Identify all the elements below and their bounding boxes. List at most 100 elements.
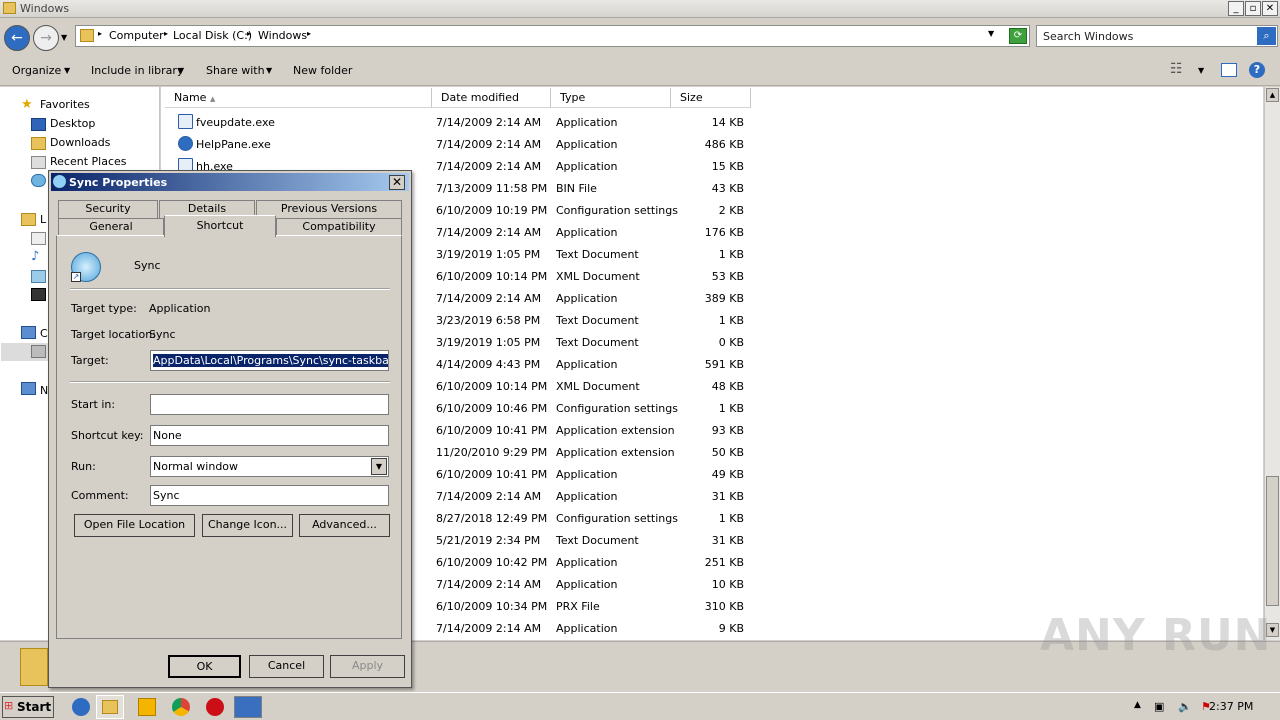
minimize-button[interactable]: _ <box>1228 1 1244 16</box>
media-player-icon[interactable] <box>138 698 156 716</box>
file-date-modified: 6/10/2009 10:46 PM <box>436 402 548 415</box>
include-in-library-button[interactable]: Include in library <box>91 64 183 77</box>
tab-shortcut[interactable]: Shortcut <box>164 215 276 237</box>
file-date-modified: 7/14/2009 2:14 AM <box>436 578 542 591</box>
taskbar-clock[interactable]: 2:37 PM <box>1209 700 1253 713</box>
column-date-modified[interactable]: Date modified <box>432 88 551 108</box>
nav-favorites[interactable]: Favorites <box>40 98 90 111</box>
tab-previous-versions[interactable]: Previous Versions <box>256 200 402 218</box>
ok-button[interactable]: OK <box>168 655 241 678</box>
file-size: 389 KB <box>704 292 744 305</box>
scroll-up-icon[interactable]: ▲ <box>1266 88 1279 102</box>
file-type: Application <box>556 292 618 305</box>
taskbar: Start ⊞ ▲ ▣ 🔈 ⚑ 2:37 PM <box>0 692 1280 720</box>
share-with-button[interactable]: Share with <box>206 64 265 77</box>
column-name[interactable]: Name ▲ <box>165 88 432 108</box>
vertical-scrollbar[interactable]: ▲ ▼ <box>1264 87 1280 640</box>
tab-compatibility[interactable]: Compatibility <box>276 218 402 236</box>
file-date-modified: 8/27/2018 12:49 PM <box>436 512 548 525</box>
internet-explorer-icon[interactable] <box>72 698 90 716</box>
file-size: 48 KB <box>711 380 744 393</box>
organize-button[interactable]: Organize <box>12 64 61 77</box>
chevron-down-icon[interactable]: ▼ <box>1198 66 1204 75</box>
volume-icon[interactable]: 🔈 <box>1178 700 1192 713</box>
back-arrow-icon[interactable]: ← <box>4 25 30 51</box>
search-input[interactable]: Search Windows ⌕ <box>1036 25 1278 47</box>
breadcrumb-arrow-icon[interactable]: ▸ <box>164 29 168 38</box>
history-dropdown-icon[interactable]: ▼ <box>61 33 67 42</box>
file-date-modified: 3/23/2019 6:58 PM <box>436 314 541 327</box>
network-tray-icon[interactable]: ▣ <box>1154 700 1164 713</box>
apply-button[interactable]: Apply <box>330 655 405 678</box>
file-size: 251 KB <box>704 556 744 569</box>
address-dropdown-icon[interactable]: ▼ <box>988 29 994 38</box>
forward-arrow-icon[interactable]: → <box>33 25 59 51</box>
file-type: Application <box>556 468 618 481</box>
tab-general[interactable]: General <box>58 218 164 236</box>
file-size: 1 KB <box>718 314 744 327</box>
nav-downloads[interactable]: Downloads <box>50 136 110 149</box>
chevron-down-icon[interactable]: ▼ <box>371 458 387 475</box>
file-size: 310 KB <box>704 600 744 613</box>
sort-ascending-icon: ▲ <box>209 95 216 103</box>
search-icon[interactable]: ⌕ <box>1257 27 1276 45</box>
preview-pane-icon[interactable] <box>1221 63 1237 77</box>
file-size: 93 KB <box>711 424 744 437</box>
cancel-button[interactable]: Cancel <box>249 655 324 678</box>
breadcrumb-arrow-icon[interactable]: ▸ <box>247 29 251 38</box>
file-type: Application <box>556 116 618 129</box>
shortcut-key-field[interactable]: None <box>150 425 389 446</box>
target-location-value: Sync <box>149 328 176 341</box>
tray-expand-icon[interactable]: ▲ <box>1134 700 1141 710</box>
view-options-icon[interactable]: ☷ <box>1170 61 1183 77</box>
explorer-taskbar-button[interactable] <box>96 695 124 719</box>
file-type: Text Document <box>556 534 639 547</box>
nav-recent-places[interactable]: Recent Places <box>50 155 127 168</box>
breadcrumb-arrow-icon[interactable]: ▸ <box>98 29 102 38</box>
app-taskbar-button[interactable] <box>234 696 262 718</box>
open-file-location-button[interactable]: Open File Location <box>74 514 195 537</box>
folder-icon <box>102 700 118 714</box>
breadcrumb-computer[interactable]: Computer <box>109 29 164 42</box>
file-type: PRX File <box>556 600 600 613</box>
advanced-button[interactable]: Advanced... <box>299 514 390 537</box>
dialog-close-button[interactable]: ✕ <box>389 175 405 190</box>
nav-desktop[interactable]: Desktop <box>50 117 95 130</box>
target-field[interactable]: AppData\Local\Programs\Sync\sync-taskbar… <box>150 350 389 371</box>
breadcrumb-windows[interactable]: Windows <box>258 29 307 42</box>
nav-network[interactable]: N <box>40 384 48 397</box>
nav-libraries[interactable]: L <box>40 213 46 226</box>
documents-icon <box>31 232 46 245</box>
table-row[interactable]: fveupdate.exe 7/14/2009 2:14 AM Applicatio… <box>165 111 1263 133</box>
run-value: Normal window <box>153 460 239 473</box>
table-row[interactable]: HelpPane.exe 7/14/2009 2:14 AM Application… <box>165 133 1263 155</box>
file-date-modified: 7/14/2009 2:14 AM <box>436 160 542 173</box>
tab-security[interactable]: Security <box>58 200 158 218</box>
opera-icon[interactable] <box>206 698 224 716</box>
file-date-modified: 3/19/2019 1:05 PM <box>436 336 541 349</box>
file-date-modified: 4/14/2009 4:43 PM <box>436 358 541 371</box>
breadcrumb-arrow-icon[interactable]: ▸ <box>307 29 311 38</box>
file-date-modified: 6/10/2009 10:41 PM <box>436 468 548 481</box>
start-in-field[interactable] <box>150 394 389 415</box>
file-size: 15 KB <box>711 160 744 173</box>
file-type: Application <box>556 138 618 151</box>
run-select[interactable]: Normal window ▼ <box>150 456 389 477</box>
file-size: 0 KB <box>718 336 744 349</box>
chrome-icon[interactable] <box>172 698 190 716</box>
file-date-modified: 6/10/2009 10:42 PM <box>436 556 548 569</box>
close-button[interactable]: ✕ <box>1262 1 1278 16</box>
help-icon[interactable]: ? <box>1249 62 1265 78</box>
scroll-thumb[interactable] <box>1266 476 1279 606</box>
comment-field[interactable]: Sync <box>150 485 389 506</box>
column-size[interactable]: Size <box>671 88 751 108</box>
breadcrumb-local-disk[interactable]: Local Disk (C:) <box>173 29 252 42</box>
maximize-button[interactable]: ▫ <box>1245 1 1261 16</box>
column-type[interactable]: Type <box>551 88 671 108</box>
nav-computer[interactable]: C <box>40 327 48 340</box>
change-icon-button[interactable]: Change Icon... <box>202 514 293 537</box>
breadcrumb[interactable]: ▸ Computer ▸ Local Disk (C:) ▸ Windows ▸… <box>75 25 1030 47</box>
refresh-icon[interactable]: ⟳ <box>1009 28 1027 44</box>
file-date-modified: 7/14/2009 2:14 AM <box>436 622 542 635</box>
new-folder-button[interactable]: New folder <box>293 64 352 77</box>
